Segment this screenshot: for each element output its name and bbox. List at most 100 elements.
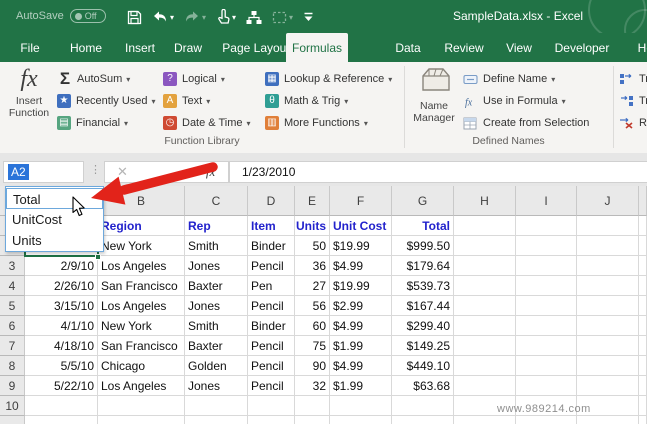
autosum-button[interactable]: Σ AutoSum ▾ [57, 68, 156, 90]
cell[interactable]: Jones [185, 296, 248, 316]
cell[interactable] [248, 396, 295, 416]
redo-button[interactable]: ▾ [179, 5, 211, 29]
tab-file[interactable]: File [13, 33, 47, 62]
cell[interactable]: Pencil [248, 296, 295, 316]
cell[interactable]: $2.99 [330, 296, 392, 316]
cell[interactable] [516, 336, 577, 356]
cell[interactable]: Smith [185, 316, 248, 336]
cell[interactable]: Units [295, 216, 330, 236]
cell[interactable] [577, 216, 639, 236]
cell[interactable]: $19.99 [330, 236, 392, 256]
column-header-J[interactable]: J [577, 186, 639, 216]
row-header-partial[interactable] [0, 416, 25, 424]
cell[interactable]: Smith [185, 236, 248, 256]
cell[interactable]: Total [392, 216, 454, 236]
cell[interactable] [577, 376, 639, 396]
row-header-3[interactable]: 3 [0, 256, 25, 276]
dropdown-item-total[interactable]: Total [6, 188, 103, 209]
cell[interactable]: $149.25 [392, 336, 454, 356]
cell[interactable] [639, 276, 647, 296]
fill-handle[interactable] [95, 254, 101, 260]
cell[interactable]: Jones [185, 256, 248, 276]
cell[interactable] [330, 416, 392, 424]
cell[interactable] [577, 296, 639, 316]
cell[interactable] [516, 256, 577, 276]
cell[interactable] [185, 396, 248, 416]
cell[interactable] [577, 356, 639, 376]
cell[interactable]: 5/5/10 [25, 356, 98, 376]
text-button[interactable]: A Text ▾ [163, 90, 251, 112]
cell[interactable]: 2/26/10 [25, 276, 98, 296]
cell[interactable]: $4.99 [330, 316, 392, 336]
cell[interactable]: $1.99 [330, 336, 392, 356]
cell[interactable] [639, 356, 647, 376]
cell[interactable] [98, 416, 185, 424]
row-header-6[interactable]: 6 [0, 316, 25, 336]
cell[interactable] [185, 416, 248, 424]
use-in-formula-button[interactable]: fx Use in Formula ▾ [463, 90, 589, 112]
name-manager-button[interactable]: Name Manager [408, 67, 460, 124]
selection-marquee-button[interactable]: ▾ [267, 5, 298, 29]
cell[interactable] [25, 396, 98, 416]
cell[interactable]: 4/18/10 [25, 336, 98, 356]
cell[interactable]: San Francisco [98, 336, 185, 356]
cell[interactable]: $539.73 [392, 276, 454, 296]
more-functions-button[interactable]: ▥ More Functions ▾ [265, 112, 392, 134]
tab-help[interactable]: Help [628, 33, 647, 62]
math-trig-button[interactable]: θ Math & Trig ▾ [265, 90, 392, 112]
column-header-H[interactable]: H [454, 186, 516, 216]
cell[interactable]: 50 [295, 236, 330, 256]
cell[interactable]: 60 [295, 316, 330, 336]
cell[interactable]: New York [98, 236, 185, 256]
cell[interactable]: Golden [185, 356, 248, 376]
cell[interactable] [577, 236, 639, 256]
dots-handle-icon[interactable]: ⋮ [90, 163, 101, 176]
cell[interactable] [516, 376, 577, 396]
cell[interactable] [639, 296, 647, 316]
cell[interactable] [639, 316, 647, 336]
cell[interactable]: 90 [295, 356, 330, 376]
autosave-toggle[interactable]: AutoSave Off [16, 9, 106, 23]
cell[interactable] [639, 396, 647, 416]
tab-insert[interactable]: Insert [118, 33, 162, 62]
formula-input[interactable]: 1/23/2010 [229, 161, 647, 183]
cell[interactable]: Los Angeles [98, 376, 185, 396]
dropdown-item-unitcost[interactable]: UnitCost [6, 209, 103, 230]
cell[interactable]: Pencil [248, 336, 295, 356]
column-header-D[interactable]: D [248, 186, 295, 216]
recently-used-button[interactable]: ★ Recently Used ▾ [57, 90, 156, 112]
remove-arrows-button[interactable]: Rem [619, 112, 647, 134]
cell[interactable]: Region [98, 216, 185, 236]
cell[interactable]: Chicago [98, 356, 185, 376]
cell[interactable] [516, 236, 577, 256]
row-header-4[interactable]: 4 [0, 276, 25, 296]
cell[interactable] [295, 416, 330, 424]
cell[interactable] [516, 276, 577, 296]
cell[interactable]: 75 [295, 336, 330, 356]
cell[interactable] [454, 276, 516, 296]
cell[interactable] [454, 316, 516, 336]
cell[interactable]: Binder [248, 236, 295, 256]
trace-precedents-button[interactable]: Tra [619, 68, 647, 90]
column-header-I[interactable]: I [516, 186, 577, 216]
cell[interactable] [454, 336, 516, 356]
cell[interactable]: Los Angeles [98, 296, 185, 316]
cell[interactable] [392, 416, 454, 424]
cell[interactable] [454, 356, 516, 376]
cell[interactable] [248, 416, 295, 424]
cell[interactable]: 56 [295, 296, 330, 316]
insert-function-button[interactable]: fx Insert Function [5, 66, 53, 142]
cell[interactable]: $4.99 [330, 256, 392, 276]
cell[interactable] [577, 336, 639, 356]
touch-mode-button[interactable]: ▾ [211, 5, 241, 29]
cell[interactable]: 4/1/10 [25, 316, 98, 336]
cell[interactable] [516, 296, 577, 316]
cell[interactable] [577, 316, 639, 336]
cell[interactable]: Pen [248, 276, 295, 296]
insert-function-fx-icon[interactable]: fx [206, 164, 215, 180]
cell[interactable]: Unit Cost [330, 216, 392, 236]
lookup-reference-button[interactable]: ▦ Lookup & Reference ▾ [265, 68, 392, 90]
cell[interactable] [516, 356, 577, 376]
undo-button[interactable]: ▾ [147, 5, 179, 29]
financial-button[interactable]: ▤ Financial ▾ [57, 112, 156, 134]
